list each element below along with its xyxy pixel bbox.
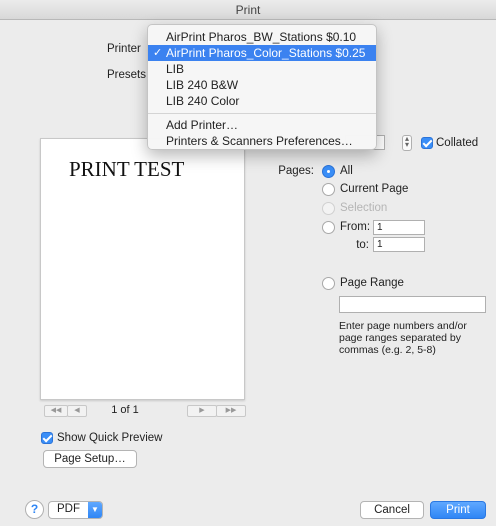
to-label: to: [356, 239, 369, 251]
current-page-radio[interactable] [322, 183, 335, 196]
menu-item-printer-preferences[interactable]: Printers & Scanners Preferences… [148, 133, 376, 149]
menu-item-lib[interactable]: LIB [148, 61, 376, 77]
copies-stepper[interactable]: ▴ ▾ [402, 135, 412, 151]
from-label: From: [340, 221, 371, 233]
pdf-label: PDF [57, 503, 80, 515]
menu-item-pharos-bw[interactable]: AirPrint Pharos_BW_Stations $0.10 [148, 29, 376, 45]
page-range-field[interactable] [339, 296, 486, 313]
presets-label: Presets [107, 69, 146, 81]
pdf-menu-button[interactable]: PDF ▼ [48, 501, 103, 519]
pages-all-radio[interactable] [322, 165, 335, 178]
checkmark-icon: ✓ [153, 47, 163, 59]
page-count: 1 of 1 [111, 404, 139, 416]
menu-separator [148, 113, 376, 114]
menu-item-pharos-color-label: AirPrint Pharos_Color_Stations $0.25 [166, 46, 366, 60]
page-range-radio[interactable] [322, 277, 335, 290]
print-button[interactable]: Print [430, 501, 486, 519]
printer-label: Printer [107, 43, 141, 55]
selection-radio[interactable] [322, 202, 335, 215]
menu-item-add-printer[interactable]: Add Printer… [148, 117, 376, 133]
next-page-button[interactable]: ▶ [187, 405, 217, 417]
help-button[interactable]: ? [25, 500, 44, 519]
pages-all-label: All [340, 165, 353, 177]
from-radio[interactable] [322, 221, 335, 234]
menu-item-lib-240-bw[interactable]: LIB 240 B&W [148, 77, 376, 93]
last-page-button[interactable]: ▶▶ [216, 405, 246, 417]
from-field[interactable]: 1 [373, 220, 425, 235]
menu-item-lib-240-color[interactable]: LIB 240 Color [148, 93, 376, 109]
to-field[interactable]: 1 [373, 237, 425, 252]
chevron-down-icon: ▼ [88, 502, 102, 518]
collated-checkbox[interactable] [421, 137, 433, 149]
show-quick-preview-checkbox[interactable] [41, 432, 53, 444]
first-page-button[interactable]: ◀◀ [44, 405, 68, 417]
selection-label: Selection [340, 202, 388, 214]
cancel-button[interactable]: Cancel [360, 501, 424, 519]
show-quick-preview-label: Show Quick Preview [57, 432, 163, 444]
page-setup-button[interactable]: Page Setup… [43, 450, 137, 468]
page-range-help: Enter page numbers and/or page ranges se… [339, 320, 467, 356]
page-range-label: Page Range [340, 277, 404, 289]
printer-dropdown-menu[interactable]: AirPrint Pharos_BW_Stations $0.10 ✓ AirP… [147, 24, 377, 150]
menu-item-pharos-color[interactable]: ✓ AirPrint Pharos_Color_Stations $0.25 [148, 45, 376, 61]
prev-page-button[interactable]: ◀ [67, 405, 87, 417]
print-preview: PRINT TEST [40, 138, 245, 400]
pages-label: Pages: [278, 165, 314, 177]
preview-text: PRINT TEST [69, 157, 185, 181]
collated-label: Collated [436, 137, 479, 149]
window-title: Print [0, 0, 496, 20]
current-page-label: Current Page [340, 183, 409, 195]
